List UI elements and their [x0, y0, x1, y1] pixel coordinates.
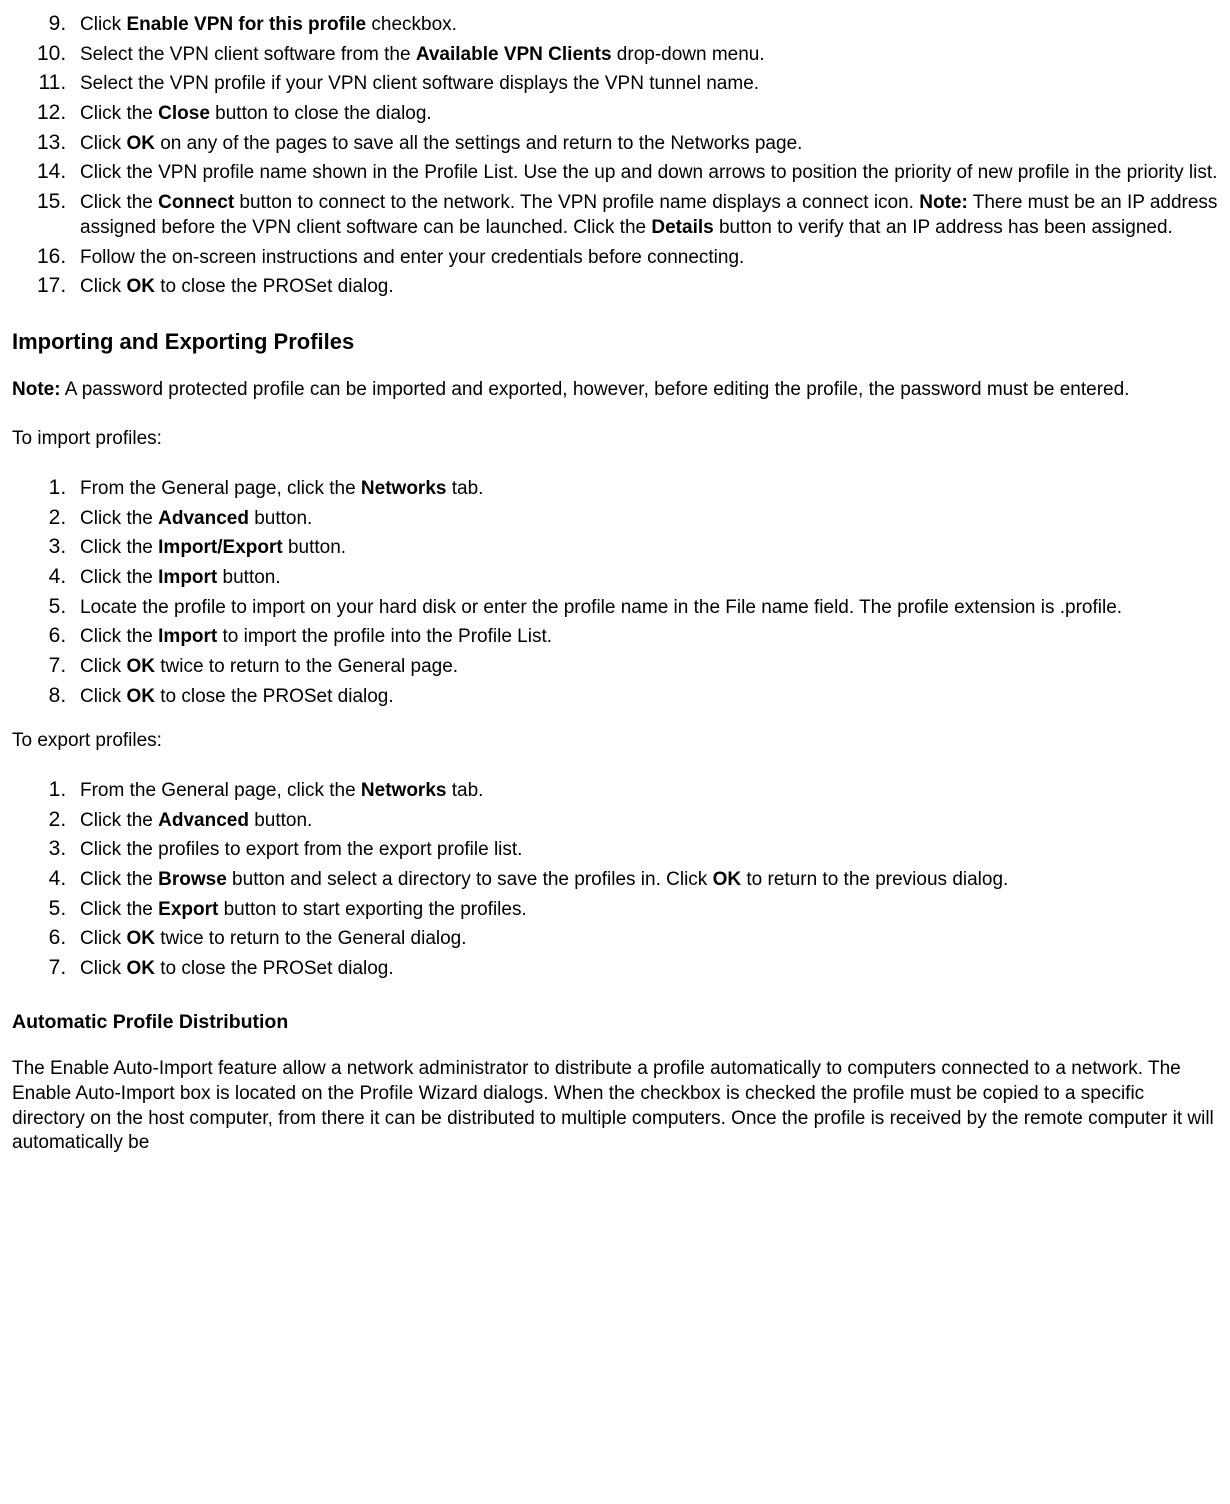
note-import-export: Note: A password protected profile can b… [12, 378, 1218, 403]
list-item: Click the Import button. [72, 563, 1218, 591]
list-item: Click the profiles to export from the ex… [72, 835, 1218, 863]
list-item: Click OK twice to return to the General … [72, 652, 1218, 680]
list-item: Click the VPN profile name shown in the … [72, 158, 1218, 186]
list-item: Click the Advanced button. [72, 504, 1218, 532]
heading-import-export: Importing and Exporting Profiles [12, 328, 1218, 357]
list-item: Locate the profile to import on your har… [72, 593, 1218, 621]
list-item: Click the Import/Export button. [72, 533, 1218, 561]
heading-auto-distribution: Automatic Profile Distribution [12, 1010, 1218, 1035]
list-item: Click OK to close the PROSet dialog. [72, 272, 1218, 300]
export-steps-list: From the General page, click the Network… [12, 776, 1218, 982]
to-export-label: To export profiles: [12, 729, 1218, 754]
list-item: Click Enable VPN for this profile checkb… [72, 10, 1218, 38]
list-item: Click OK twice to return to the General … [72, 924, 1218, 952]
list-item: Click the Close button to close the dial… [72, 99, 1218, 127]
to-import-label: To import profiles: [12, 427, 1218, 452]
list-item: Click OK on any of the pages to save all… [72, 129, 1218, 157]
list-item: Click OK to close the PROSet dialog. [72, 682, 1218, 710]
list-item: From the General page, click the Network… [72, 776, 1218, 804]
import-steps-list: From the General page, click the Network… [12, 474, 1218, 710]
list-item: Select the VPN profile if your VPN clien… [72, 69, 1218, 97]
list-item: Select the VPN client software from the … [72, 40, 1218, 68]
list-item: Click the Advanced button. [72, 806, 1218, 834]
vpn-steps-list: Click Enable VPN for this profile checkb… [12, 10, 1218, 300]
list-item: Click OK to close the PROSet dialog. [72, 954, 1218, 982]
list-item: Click the Browse button and select a dir… [72, 865, 1218, 893]
list-item: Click the Connect button to connect to t… [72, 188, 1218, 240]
auto-distribution-para: The Enable Auto-Import feature allow a n… [12, 1057, 1218, 1156]
list-item: Click the Export button to start exporti… [72, 895, 1218, 923]
list-item: Click the Import to import the profile i… [72, 622, 1218, 650]
list-item: Follow the on-screen instructions and en… [72, 243, 1218, 271]
list-item: From the General page, click the Network… [72, 474, 1218, 502]
